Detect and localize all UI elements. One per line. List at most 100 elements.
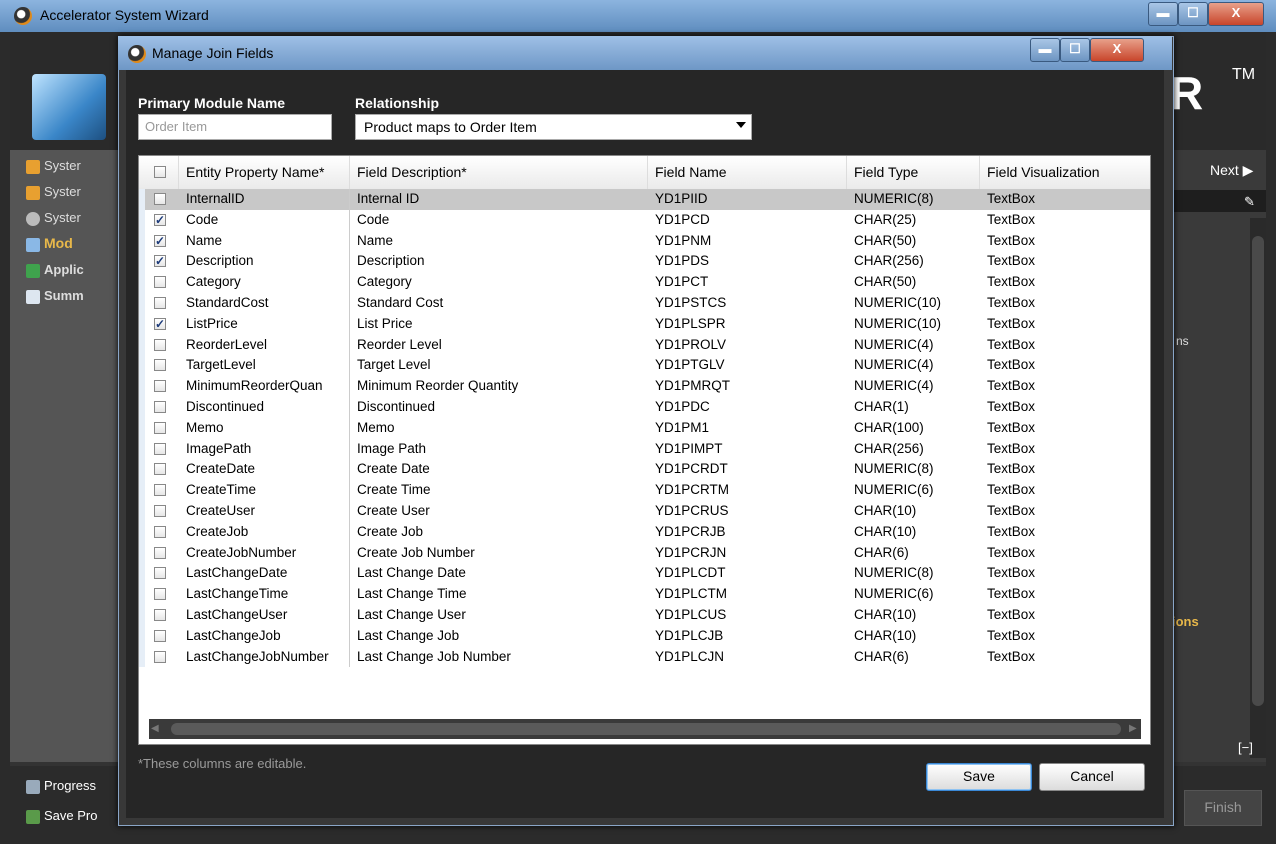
field-description-cell[interactable]: Code [350,210,648,231]
row-checkbox[interactable]: ✓ [154,255,166,268]
wizard-minimize-button[interactable]: ▬ [1148,2,1178,26]
row-header[interactable] [139,625,145,647]
row-header[interactable] [139,313,145,335]
row-header[interactable] [139,272,145,293]
row-header[interactable] [139,584,145,605]
dialog-title-bar[interactable] [118,36,1172,70]
scroll-right-icon[interactable]: ▶ [1129,723,1137,734]
row-checkbox[interactable] [154,400,166,413]
table-row[interactable]: InternalID Internal ID YD1PIID NUMERIC(8) Te… [139,189,1150,210]
collapse-button[interactable]: [−] [1238,740,1253,755]
entity-property-cell[interactable]: LastChangeJobNumber [179,646,350,668]
field-description-cell[interactable]: Last Change Job Number [350,647,648,668]
col-field-name[interactable]: Field Name [648,156,847,189]
field-description-cell[interactable]: Last Change User [350,605,648,626]
row-checkbox[interactable] [154,567,166,580]
table-row[interactable]: LastChangeJob Last Change Job YD1PLCJB CHAR… [139,625,1150,647]
entity-property-cell[interactable]: Description [179,251,350,273]
entity-property-cell[interactable]: CreateUser [179,500,350,522]
table-row[interactable]: ✓ Description Description YD1PDS CHAR(256) Te… [139,251,1150,273]
field-description-cell[interactable]: Standard Cost [350,293,648,314]
field-description-cell[interactable]: Create Time [350,480,648,501]
field-description-cell[interactable]: Last Change Time [350,584,648,605]
grid-scroll-thumb[interactable] [171,723,1121,735]
table-row[interactable]: ReorderLevel Reorder Level YD1PROLV NUMERIC… [139,334,1150,356]
row-header[interactable] [139,209,145,231]
row-header[interactable] [139,230,145,252]
col-field-type[interactable]: Field Type [847,156,980,189]
table-row[interactable]: LastChangeDate Last Change Date YD1PLCDT NU… [139,563,1150,585]
row-header[interactable] [139,646,145,668]
row-checkbox[interactable] [154,504,166,517]
dialog-minimize-button[interactable]: ▬ [1030,38,1060,62]
col-field-description[interactable]: Field Description* [350,156,648,189]
row-checkbox[interactable] [154,484,166,497]
table-row[interactable]: ImagePath Image Path YD1PIMPT CHAR(256) Text… [139,438,1150,460]
col-entity-property-name[interactable]: Entity Property Name* [179,156,350,189]
entity-property-cell[interactable]: CreateJobNumber [179,542,350,564]
row-header[interactable] [139,521,145,543]
entity-property-cell[interactable]: Name [179,230,350,252]
entity-property-cell[interactable]: ListPrice [179,313,350,335]
progress-link[interactable]: Progress [44,778,96,793]
row-header[interactable] [139,459,145,481]
entity-property-cell[interactable]: LastChangeUser [179,604,350,626]
relationship-select[interactable]: Product maps to Order Item [355,114,752,140]
field-description-cell[interactable]: Internal ID [350,189,648,210]
table-row[interactable]: Memo Memo YD1PM1 CHAR(100) TextBox [139,417,1150,439]
table-row[interactable]: ✓ Name Name YD1PNM CHAR(50) TextBox [139,230,1150,252]
table-row[interactable]: StandardCost Standard Cost YD1PSTCS NUMERIC… [139,292,1150,314]
row-checkbox[interactable]: ✓ [154,234,166,247]
row-checkbox[interactable] [154,338,166,351]
row-checkbox[interactable] [154,359,166,372]
row-checkbox[interactable] [154,463,166,476]
entity-property-cell[interactable]: Discontinued [179,396,350,418]
row-checkbox[interactable] [154,380,166,393]
row-header[interactable] [139,500,145,522]
entity-property-cell[interactable]: Category [179,272,350,293]
select-all-checkbox[interactable] [154,166,166,178]
row-header[interactable] [139,542,145,564]
table-row[interactable]: Discontinued Discontinued YD1PDC CHAR(1) Tex… [139,396,1150,418]
row-header[interactable] [139,376,145,397]
row-header[interactable] [139,604,145,626]
dialog-close-button[interactable]: X [1090,38,1144,62]
row-checkbox[interactable] [154,296,166,309]
entity-property-cell[interactable]: CreateTime [179,480,350,501]
nav-item-system-1[interactable]: Syster [44,158,81,173]
dialog-maximize-button[interactable]: ☐ [1060,38,1090,62]
field-description-cell[interactable]: Create Job Number [350,543,648,564]
table-row[interactable]: CreateJob Create Job YD1PCRJB CHAR(10) TextB… [139,521,1150,543]
row-checkbox[interactable] [154,650,166,663]
field-description-cell[interactable]: Image Path [350,439,648,460]
table-row[interactable]: MinimumReorderQuan Minimum Reorder Quanti… [139,376,1150,397]
field-description-cell[interactable]: Memo [350,418,648,439]
entity-property-cell[interactable]: CreateJob [179,521,350,543]
entity-property-cell[interactable]: TargetLevel [179,355,350,377]
cancel-button[interactable]: Cancel [1039,763,1145,791]
row-header[interactable] [139,292,145,314]
table-row[interactable]: CreateTime Create Time YD1PCRTM NUMERIC(6) T… [139,480,1150,501]
finish-button[interactable]: Finish [1184,790,1262,826]
primary-module-input[interactable]: Order Item [138,114,332,140]
field-description-cell[interactable]: Reorder Level [350,335,648,356]
row-header[interactable] [139,189,145,210]
entity-property-cell[interactable]: ReorderLevel [179,334,350,356]
row-checkbox[interactable] [154,421,166,434]
field-description-cell[interactable]: List Price [350,314,648,335]
entity-property-cell[interactable]: Memo [179,417,350,439]
field-description-cell[interactable]: Target Level [350,355,648,376]
entity-property-cell[interactable]: CreateDate [179,459,350,481]
row-checkbox[interactable] [154,546,166,559]
entity-property-cell[interactable]: LastChangeDate [179,563,350,585]
row-checkbox[interactable] [154,442,166,455]
table-row[interactable]: ✓ Code Code YD1PCD CHAR(25) TextBox [139,209,1150,231]
table-row[interactable]: LastChangeTime Last Change Time YD1PLCTM NU… [139,584,1150,605]
row-header[interactable] [139,438,145,460]
field-description-cell[interactable]: Name [350,231,648,252]
table-row[interactable]: CreateDate Create Date YD1PCRDT NUMERIC(8) T… [139,459,1150,481]
row-checkbox[interactable]: ✓ [154,213,166,226]
wizard-maximize-button[interactable]: ☐ [1178,2,1208,26]
pin-icon[interactable]: ✎ [1244,194,1255,210]
field-description-cell[interactable]: Description [350,251,648,272]
